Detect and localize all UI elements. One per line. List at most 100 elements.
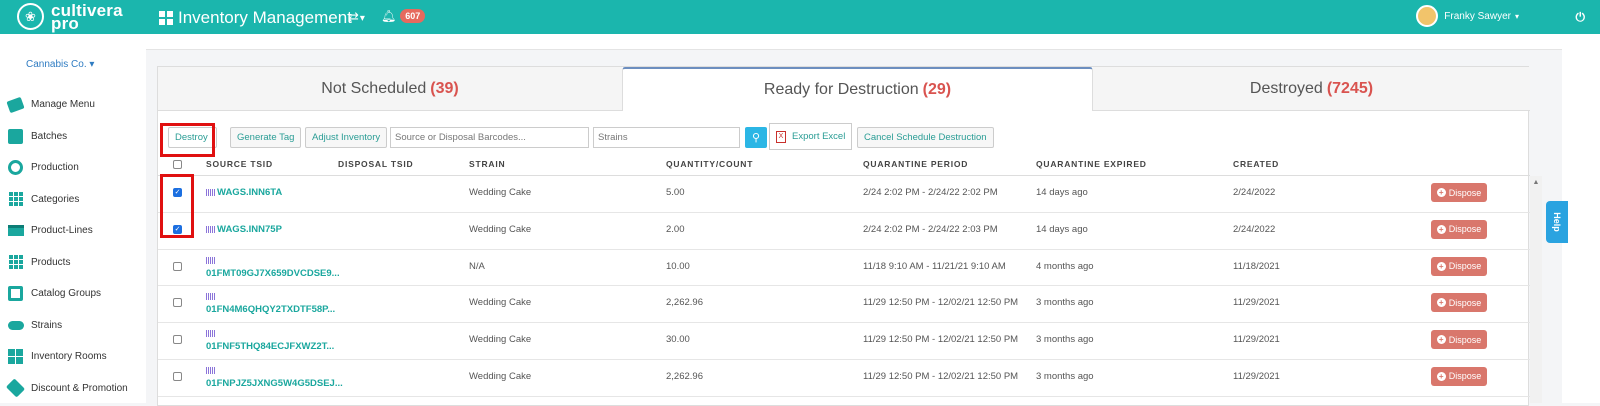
help-label: Help	[1551, 212, 1562, 232]
col-created[interactable]: CREATED	[1233, 159, 1279, 169]
source-tsid-link[interactable]: 01FNF5THQ84ECJFXWZ2T...	[206, 341, 334, 352]
chevron-down-icon: ▾	[1514, 11, 1519, 21]
dispose-button[interactable]: + Dispose	[1431, 183, 1487, 202]
sidebar-item-products[interactable]: Products	[0, 247, 146, 279]
dispose-button[interactable]: + Dispose	[1431, 256, 1487, 276]
sidebar-item-inventory-rooms[interactable]: Inventory Rooms	[0, 341, 146, 373]
adjust-inventory-button[interactable]: Adjust Inventory	[305, 127, 388, 148]
bell-icon: 🔔︎	[381, 9, 397, 23]
tab-ready-for-destruction[interactable]: Ready for Destruction (29)	[622, 67, 1093, 111]
logo[interactable]: ❀ cultivera pro	[17, 2, 123, 32]
catalog-groups-icon	[7, 285, 24, 302]
tab-destroyed[interactable]: Destroyed (7245)	[1093, 67, 1530, 111]
user-menu[interactable]: Franky Sawyer ▾	[1416, 5, 1519, 27]
col-source-tsid[interactable]: SOURCE TSID	[206, 159, 273, 169]
plus-circle-icon: +	[1436, 188, 1446, 197]
source-tsid: WAGS.INN6TA	[206, 187, 282, 198]
strains-filter-input[interactable]: Strains	[593, 127, 740, 148]
dispose-button[interactable]: + Dispose	[1431, 366, 1487, 386]
chevron-down-icon: ▾	[89, 59, 95, 70]
menu-tag-icon	[6, 96, 25, 113]
source-tsid-link[interactable]: 01FMT09GJ7X659DVCDSE9...	[206, 268, 340, 279]
power-icon[interactable]: ⏻	[1576, 10, 1586, 25]
notification-badge: 607	[400, 9, 426, 23]
dispose-label: Dispose	[1448, 334, 1482, 345]
product-lines-icon	[7, 222, 24, 239]
sidebar-item-label: Catalog Groups	[31, 288, 102, 300]
products-icon	[7, 254, 24, 271]
sidebar-item-product-lines[interactable]: Product-Lines	[0, 215, 146, 247]
search-button[interactable]: ⚲	[745, 127, 767, 148]
help-tab[interactable]: Help	[1546, 201, 1568, 243]
row-checkbox[interactable]	[173, 261, 182, 271]
quarantine-expired-cell: 3 months ago	[1036, 370, 1094, 382]
top-bar: ❀ cultivera pro Inventory Management ▾ ⇄…	[0, 0, 1600, 34]
cancel-schedule-destruction-button[interactable]: Cancel Schedule Destruction	[857, 127, 994, 148]
app-switcher[interactable]: Inventory Management ▾	[159, 8, 365, 28]
sidebar-menu: Manage Menu Batches Production Categorie…	[0, 89, 146, 404]
batches-icon	[7, 128, 24, 145]
export-excel-button[interactable]: X Export Excel	[769, 123, 853, 150]
sidebar-item-batches[interactable]: Batches	[0, 121, 146, 153]
notifications[interactable]: 🔔︎ 607	[381, 9, 426, 23]
source-tsid-link[interactable]: WAGS.INN75P	[217, 224, 282, 235]
quarantine-expired-cell: 14 days ago	[1036, 223, 1088, 235]
sidebar-item-label: Strains	[31, 319, 63, 331]
tab-count: (7245)	[1326, 79, 1374, 97]
leaf-logo-icon: ❀	[17, 3, 44, 30]
sidebar-item-categories[interactable]: Categories	[0, 184, 146, 216]
status-tabs: Not Scheduled (39) Ready for Destruction…	[158, 67, 1530, 111]
tab-count: (29)	[922, 81, 952, 98]
row-checkbox[interactable]	[173, 298, 182, 308]
strain-cell: Wedding Cake	[469, 334, 532, 346]
dispose-label: Dispose	[1448, 261, 1482, 272]
sidebar-item-label: Inventory Rooms	[31, 351, 107, 363]
company-name: Cannabis Co.	[26, 59, 87, 70]
sidebar-item-manage-menu[interactable]: Manage Menu	[0, 89, 146, 121]
col-quarantine-period[interactable]: QUARANTINE PERIOD	[863, 159, 968, 169]
col-strain[interactable]: STRAIN	[469, 159, 505, 169]
sidebar-item-label: Production	[31, 162, 79, 174]
dispose-button[interactable]: + Dispose	[1431, 293, 1487, 313]
quarantine-period-cell: 11/18 9:10 AM - 11/21/21 9:10 AM	[863, 260, 1006, 272]
tab-not-scheduled[interactable]: Not Scheduled (39)	[158, 67, 622, 111]
vertical-scrollbar[interactable]: ▲	[1530, 176, 1542, 403]
avatar	[1416, 5, 1439, 27]
barcode-search-input[interactable]: Source or Disposal Barcodes...	[390, 127, 589, 148]
created-cell: 11/29/2021	[1233, 297, 1280, 309]
source-tsid-link[interactable]: 01FN4M6QHQY2TXDTF58P...	[206, 304, 335, 315]
sidebar-item-catalog-groups[interactable]: Catalog Groups	[0, 278, 146, 310]
quarantine-expired-cell: 3 months ago	[1036, 334, 1094, 346]
quarantine-expired-cell: 4 months ago	[1036, 260, 1094, 272]
barcode-icon	[206, 255, 217, 266]
row-checkbox[interactable]	[173, 335, 182, 345]
col-quantity[interactable]: QUANTITY/COUNT	[666, 159, 753, 169]
destruction-table: SOURCE TSID DISPOSAL TSID STRAIN QUANTIT…	[158, 153, 1530, 397]
sidebar-item-production[interactable]: Production	[0, 152, 146, 184]
generate-tag-button[interactable]: Generate Tag	[230, 127, 302, 148]
dispose-button[interactable]: + Dispose	[1431, 330, 1487, 350]
row-checkbox[interactable]	[173, 371, 182, 381]
col-quarantine-expired[interactable]: QUARANTINE EXPIRED	[1036, 159, 1147, 169]
source-tsid-link[interactable]: 01FNPJZ5JXNG5W4G5DSEJ...	[206, 378, 343, 389]
plus-circle-icon: +	[1436, 224, 1446, 234]
barcode-icon	[206, 365, 217, 376]
quarantine-period-cell: 11/29 12:50 PM - 12/02/21 12:50 PM	[863, 370, 1019, 382]
col-disposal-tsid[interactable]: DISPOSAL TSID	[338, 159, 413, 169]
sidebar-item-label: Categories	[31, 193, 80, 205]
select-all-checkbox[interactable]	[173, 160, 182, 169]
export-excel-label: Export Excel	[792, 131, 846, 142]
chevron-down-icon: ▾	[359, 12, 365, 24]
excel-file-icon: X	[776, 130, 786, 143]
swap-icon[interactable]: ⇄	[348, 9, 359, 25]
source-tsid-link[interactable]: WAGS.INN6TA	[217, 187, 282, 198]
quarantine-period-cell: 2/24 2:02 PM - 2/24/22 2:02 PM	[863, 187, 998, 198]
tab-label: Destroyed	[1249, 79, 1323, 97]
sidebar-item-discount-promotion[interactable]: Discount & Promotion	[0, 373, 146, 405]
sidebar-item-strains[interactable]: Strains	[0, 310, 146, 342]
table-row: 01FN4M6QHQY2TXDTF58P... Wedding Cake 2,262…	[158, 286, 1530, 324]
quarantine-expired-cell: 3 months ago	[1036, 297, 1094, 309]
dispose-button[interactable]: + Dispose	[1431, 219, 1487, 239]
company-selector[interactable]: Cannabis Co. ▾	[26, 59, 94, 70]
tab-count: (39)	[430, 79, 459, 97]
